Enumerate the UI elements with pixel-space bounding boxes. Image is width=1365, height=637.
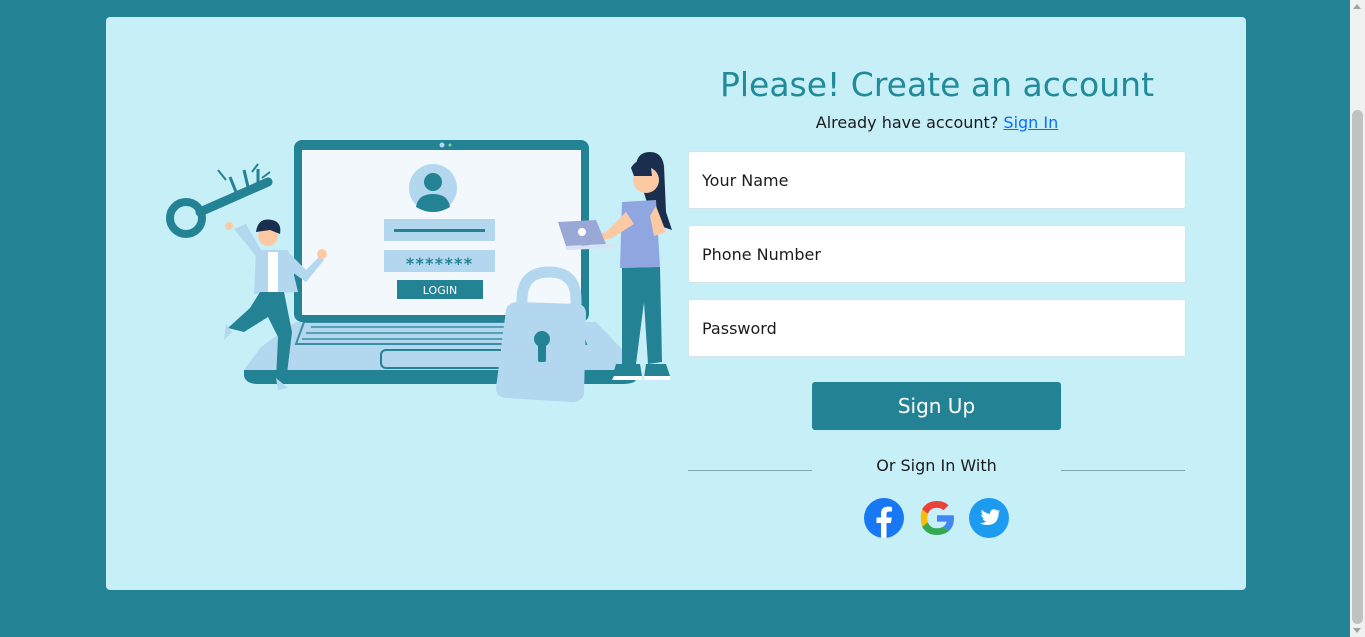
screen-password-mask: ******* xyxy=(405,254,472,273)
sign-up-button[interactable]: Sign Up xyxy=(812,382,1061,430)
page-title: Please! Create an account xyxy=(719,65,1155,104)
scroll-down-arrow-icon[interactable] xyxy=(1353,628,1361,633)
name-input[interactable] xyxy=(688,151,1186,209)
have-account-text: Already have account? xyxy=(815,113,999,132)
screen-login-button: LOGIN xyxy=(423,284,457,297)
facebook-icon[interactable] xyxy=(864,498,904,538)
phone-input[interactable] xyxy=(688,225,1186,283)
or-sign-in-with-label: Or Sign In With xyxy=(876,456,997,475)
page-scrollbar[interactable] xyxy=(1350,0,1365,637)
divider-right xyxy=(1061,470,1185,471)
scrollbar-thumb[interactable] xyxy=(1352,110,1363,624)
signup-card: ******* LOGIN Please! Create an account … xyxy=(106,17,1246,590)
sign-in-link[interactable]: Sign In xyxy=(1003,113,1058,132)
login-illustration: ******* LOGIN xyxy=(166,140,672,402)
divider-left xyxy=(688,470,812,471)
sign-in-prompt: Already have account? Sign In xyxy=(688,113,1186,132)
google-icon[interactable] xyxy=(917,498,957,538)
password-input[interactable] xyxy=(688,299,1186,357)
twitter-icon[interactable] xyxy=(969,498,1009,538)
scroll-up-arrow-icon[interactable] xyxy=(1353,4,1361,9)
